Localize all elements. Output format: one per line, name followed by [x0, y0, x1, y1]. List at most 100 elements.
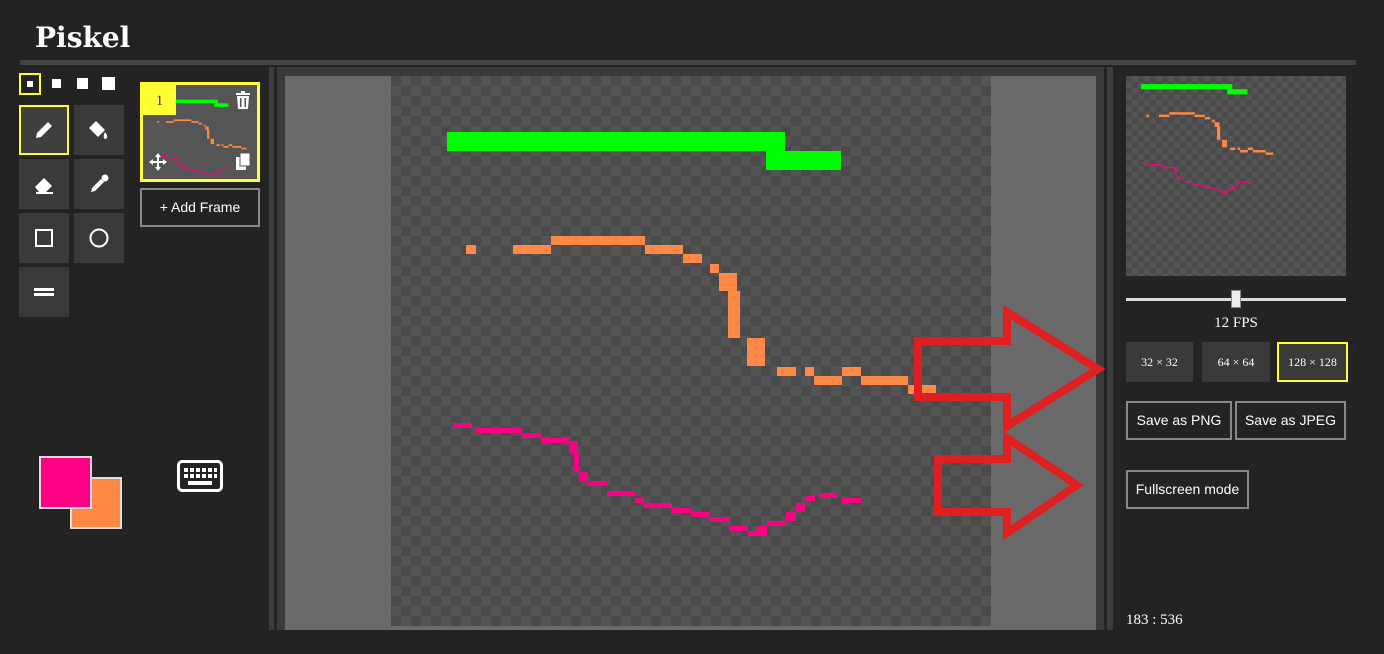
pixel-stroke [757, 526, 767, 531]
pixel-stroke [453, 423, 472, 428]
pixel-stroke [1184, 181, 1192, 183]
pixel-stroke [475, 428, 494, 433]
delete-frame-button[interactable] [235, 91, 251, 114]
pixel-stroke [1146, 114, 1149, 118]
pixel-stroke [177, 160, 179, 165]
pixel-stroke [1237, 182, 1241, 184]
pixel-stroke [191, 121, 199, 123]
resize-32-button[interactable]: 32 × 32 [1126, 342, 1193, 382]
pixel-stroke [819, 493, 838, 498]
fps-slider-handle[interactable] [1231, 290, 1241, 308]
pixel-stroke [178, 164, 181, 166]
circle-tool[interactable] [74, 213, 124, 263]
pixel-stroke [216, 144, 220, 146]
pixel-stroke [1204, 117, 1210, 120]
app-title: Piskel [35, 21, 131, 54]
pixel-stroke [574, 453, 579, 472]
pixel-stroke [522, 433, 541, 438]
pixel-stroke [212, 174, 215, 176]
pixel-stroke [1194, 114, 1205, 118]
pixel-stroke [607, 491, 635, 496]
paint-bucket-tool[interactable] [74, 105, 124, 155]
pixel-stroke [1230, 147, 1236, 150]
pen-size-4[interactable] [98, 73, 120, 95]
pixel-stroke [1191, 182, 1195, 185]
resize-128-button[interactable]: 128 × 128 [1277, 342, 1348, 382]
pixel-stroke [210, 138, 215, 145]
animation-preview [1126, 76, 1346, 276]
frame-thumbnail[interactable]: 1 [140, 82, 260, 182]
pixel-stroke [766, 151, 841, 170]
pixel-stroke [210, 175, 215, 177]
annotation-arrows [914, 306, 1106, 541]
frame-number: 1 [143, 85, 176, 115]
pixel-stroke [1237, 147, 1241, 150]
pixel-stroke [805, 496, 815, 501]
pixel-stroke [228, 169, 233, 171]
pixel-stroke [1174, 167, 1177, 171]
pixel-stroke [1207, 186, 1213, 189]
pen-size-2[interactable] [46, 73, 68, 95]
stroke-tool[interactable] [19, 267, 69, 317]
pixel-stroke [728, 291, 740, 338]
pixel-stroke [551, 236, 645, 245]
duplicate-frame-button[interactable] [235, 152, 251, 176]
save-jpeg-button[interactable]: Save as JPEG [1235, 401, 1346, 440]
pixel-stroke [767, 521, 786, 526]
pixel-stroke [748, 531, 767, 536]
pixel-stroke [1212, 188, 1218, 190]
keyboard-icon [177, 460, 223, 492]
pixel-stroke [171, 157, 177, 159]
pixel-stroke [189, 169, 192, 171]
save-png-button[interactable]: Save as PNG [1126, 401, 1232, 440]
pixel-stroke [203, 172, 208, 174]
move-icon [149, 153, 167, 171]
add-frame-button[interactable]: + Add Frame [140, 188, 260, 227]
pixel-stroke [200, 171, 204, 173]
eyedropper-icon [91, 174, 109, 192]
pixel-stroke [205, 126, 209, 130]
pen-size-3[interactable] [72, 73, 94, 95]
pixel-stroke [579, 472, 588, 481]
resize-64-button[interactable]: 64 × 64 [1202, 342, 1270, 382]
pixel-stroke [1241, 181, 1247, 183]
pixel-stroke [219, 170, 222, 172]
drawing-canvas[interactable] [391, 76, 991, 626]
pixel-stroke [466, 245, 476, 254]
pixel-stroke [1224, 190, 1228, 192]
pixel-stroke [645, 245, 683, 254]
fullscreen-button[interactable]: Fullscreen mode [1126, 470, 1249, 509]
pixel-stroke [167, 156, 172, 158]
eraser-icon [35, 178, 53, 194]
trash-icon [236, 91, 250, 109]
pixel-stroke [1212, 119, 1215, 123]
eyedropper-tool[interactable] [74, 159, 124, 209]
pixel-stroke [224, 168, 228, 170]
eraser-tool[interactable] [19, 159, 69, 209]
pixel-stroke [786, 512, 796, 521]
pixel-stroke [1179, 178, 1185, 180]
pen-tool[interactable] [19, 105, 69, 155]
pixel-stroke [1176, 175, 1180, 179]
pixel-stroke [198, 122, 203, 125]
pixel-stroke [814, 376, 842, 385]
pixel-stroke [228, 144, 233, 146]
cursor-coordinates: 183 : 536 [1126, 612, 1183, 628]
rectangle-tool[interactable] [19, 213, 69, 263]
primary-color-swatch[interactable] [39, 456, 92, 509]
keyboard-shortcuts-button[interactable] [177, 460, 223, 497]
pixel-stroke [221, 144, 224, 146]
pixel-stroke [710, 517, 729, 522]
pixel-stroke [1227, 89, 1248, 95]
annotation-arrow-upper [914, 306, 1106, 434]
pixel-stroke [176, 158, 179, 161]
pixel-stroke [166, 121, 174, 123]
pixel-stroke [221, 168, 224, 170]
pixel-stroke [241, 147, 247, 150]
paint-bucket-icon [89, 121, 108, 139]
pixel-stroke [1148, 164, 1154, 166]
pixel-stroke [1252, 150, 1266, 153]
pen-size-1[interactable] [19, 73, 41, 95]
pixel-stroke [1222, 139, 1227, 148]
move-frame-handle[interactable] [149, 153, 167, 176]
